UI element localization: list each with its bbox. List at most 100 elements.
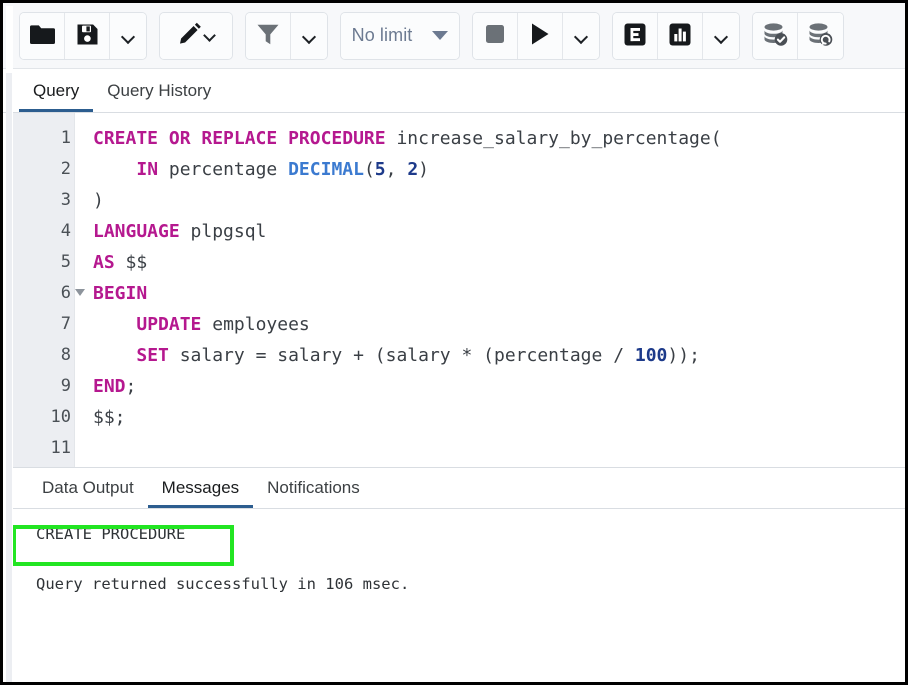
line-number: 9 xyxy=(12,371,74,402)
transaction-group xyxy=(752,12,844,60)
code-token: salary = salary + (salary * (percentage … xyxy=(169,345,635,366)
fold-triangle-icon[interactable] xyxy=(75,289,85,296)
code-line: SET salary = salary + (salary * (percent… xyxy=(93,340,905,371)
panel-left-scroll-rail[interactable] xyxy=(6,73,12,685)
save-options-dropdown[interactable] xyxy=(110,13,146,59)
code-token: ( xyxy=(364,159,375,180)
code-line: AS $$ xyxy=(93,247,905,278)
edit-group xyxy=(159,12,233,60)
messages-panel[interactable]: CREATE PROCEDURE Query returned successf… xyxy=(12,509,905,682)
triangle-down-icon xyxy=(432,31,448,40)
code-token: CREATE OR REPLACE PROCEDURE xyxy=(93,128,386,149)
filter-button[interactable] xyxy=(246,13,291,59)
code-token: plpgsql xyxy=(180,221,267,242)
row-limit-label: No limit xyxy=(352,25,413,46)
message-result-text: CREATE PROCEDURE xyxy=(12,521,905,547)
edit-button[interactable] xyxy=(160,13,232,59)
chevron-down-icon xyxy=(122,32,135,40)
code-line: END; xyxy=(93,371,905,402)
line-number: 6 xyxy=(12,278,74,309)
code-token: UPDATE xyxy=(136,314,201,335)
code-token: percentage xyxy=(158,159,288,180)
explain-options-dropdown[interactable] xyxy=(703,13,739,59)
line-number: 2 xyxy=(12,154,74,185)
code-line: IN percentage DECIMAL(5, 2) xyxy=(93,154,905,185)
output-tabbar: Data Output Messages Notifications xyxy=(12,467,905,509)
code-token: END xyxy=(93,376,126,397)
filter-group xyxy=(245,12,328,60)
execute-query-button[interactable] xyxy=(518,13,563,59)
code-line: LANGUAGE plpgsql xyxy=(93,216,905,247)
line-number: 10 xyxy=(12,402,74,433)
line-number-gutter: 1234567891011 xyxy=(12,113,75,467)
code-token: ) xyxy=(93,190,104,211)
code-token: ) xyxy=(418,159,429,180)
save-file-button[interactable] xyxy=(65,13,110,59)
tab-notifications[interactable]: Notifications xyxy=(253,479,374,508)
code-line: ) xyxy=(93,185,905,216)
code-line: $$; xyxy=(93,402,905,433)
editor-tabbar: Query Query History xyxy=(3,69,905,113)
tab-data-output[interactable]: Data Output xyxy=(28,479,148,508)
code-line: BEGIN xyxy=(93,278,905,309)
database-rollback-icon xyxy=(807,22,834,50)
open-file-button[interactable] xyxy=(20,13,65,59)
line-number: 7 xyxy=(12,309,74,340)
pencil-icon xyxy=(177,22,202,50)
code-token: DECIMAL xyxy=(288,159,364,180)
code-token: SET xyxy=(136,345,169,366)
filter-options-dropdown[interactable] xyxy=(291,13,327,59)
query-tool-toolbar: No limit xyxy=(3,3,905,69)
code-token: 5 xyxy=(375,159,386,180)
line-number: 1 xyxy=(12,123,74,154)
code-token: ; xyxy=(126,376,137,397)
chevron-down-icon xyxy=(715,32,728,40)
code-line: UPDATE employees xyxy=(93,309,905,340)
code-token: BEGIN xyxy=(93,283,147,304)
commit-button[interactable] xyxy=(753,13,798,59)
code-token: )); xyxy=(667,345,700,366)
line-number: 5 xyxy=(12,247,74,278)
save-floppy-icon xyxy=(76,23,99,49)
code-token: , xyxy=(386,159,408,180)
explain-button[interactable] xyxy=(613,13,658,59)
code-token: employees xyxy=(201,314,309,335)
code-token: $$; xyxy=(93,407,126,428)
database-check-icon xyxy=(762,22,789,50)
chevron-down-icon xyxy=(575,32,588,40)
row-limit-select[interactable]: No limit xyxy=(341,13,459,59)
tab-query[interactable]: Query xyxy=(19,82,93,112)
stop-square-icon xyxy=(485,24,505,47)
code-token: 2 xyxy=(407,159,418,180)
line-number: 3 xyxy=(12,185,74,216)
code-token: $$ xyxy=(115,252,148,273)
folder-icon xyxy=(29,24,55,48)
code-token: LANGUAGE xyxy=(93,221,180,242)
code-line xyxy=(93,433,905,464)
code-token: 100 xyxy=(635,345,668,366)
tab-query-history[interactable]: Query History xyxy=(93,82,225,112)
code-token: AS xyxy=(93,252,115,273)
stop-query-button[interactable] xyxy=(473,13,518,59)
rollback-button[interactable] xyxy=(798,13,843,59)
line-number: 8 xyxy=(12,340,74,371)
code-line: CREATE OR REPLACE PROCEDURE increase_sal… xyxy=(93,123,905,154)
line-number: 4 xyxy=(12,216,74,247)
chevron-down-icon xyxy=(303,32,316,40)
tab-messages[interactable]: Messages xyxy=(148,479,253,508)
play-triangle-icon xyxy=(530,22,550,49)
analysis-group xyxy=(612,12,740,60)
row-limit-group: No limit xyxy=(340,12,460,60)
pgadmin-query-tool-window: No limit xyxy=(0,0,908,685)
execute-options-dropdown[interactable] xyxy=(563,13,599,59)
chevron-down-icon xyxy=(205,32,216,39)
sql-editor[interactable]: 1234567891011 CREATE OR REPLACE PROCEDUR… xyxy=(12,113,905,467)
file-group xyxy=(19,12,147,60)
sql-code-area[interactable]: CREATE OR REPLACE PROCEDURE increase_sal… xyxy=(75,113,905,467)
explain-analyze-button[interactable] xyxy=(658,13,703,59)
execute-group xyxy=(472,12,600,60)
funnel-filter-icon xyxy=(256,23,280,49)
code-token: increase_salary_by_percentage( xyxy=(386,128,722,149)
code-token xyxy=(93,345,136,366)
explain-e-icon xyxy=(623,22,647,50)
